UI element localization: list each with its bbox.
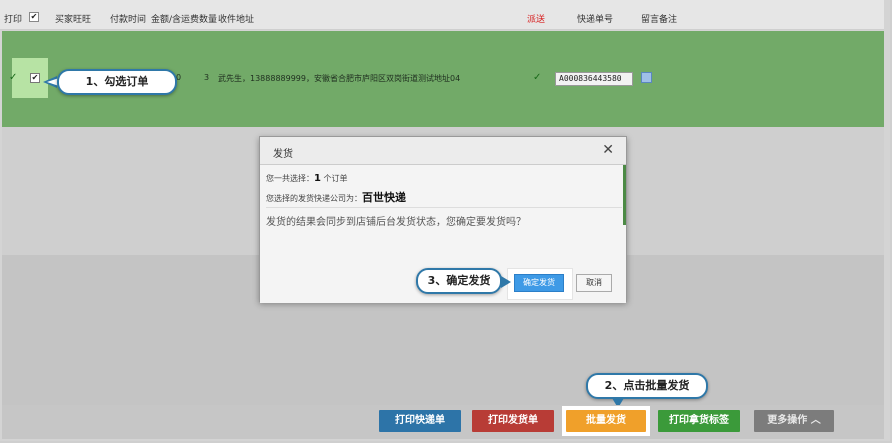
print-express-button[interactable]: 打印快递单 (379, 410, 461, 432)
order-table-header: 打印 ✔ 买家旺旺 付款时间 金额/含运费 数量 收件地址 派送 快递单号 留言… (0, 0, 884, 30)
select-all-checkbox[interactable]: ✔ (29, 12, 39, 22)
header-buyer: 买家旺旺 (55, 15, 92, 25)
header-amount: 金额/含运费 (151, 15, 200, 25)
dialog-message: 发货的结果会同步到店铺后台发货状态，您确定要发货吗？ (266, 217, 526, 228)
more-actions-label: 更多操作 (767, 415, 808, 426)
dialog-scrollbar[interactable] (623, 165, 626, 225)
header-shipping: 派送 (527, 15, 546, 25)
callout-step-3: 3、确定发货 (416, 268, 502, 294)
chevron-up-icon: ︿ (810, 415, 821, 426)
dialog-divider (266, 207, 622, 208)
cancel-button[interactable]: 取消 (576, 274, 612, 292)
selected-count: 1 (314, 173, 321, 184)
more-actions-button[interactable]: 更多操作 ︿ (754, 410, 834, 432)
courier-prefix: 您选择的发货快递公司为： (266, 194, 362, 203)
header-pay-time: 付款时间 (110, 15, 147, 25)
courier-name: 百世快递 (362, 191, 406, 204)
dialog-title: 发货 (273, 149, 293, 160)
row-shipping-check-icon: ✓ (533, 72, 542, 83)
header-tracking-no: 快递单号 (577, 15, 614, 25)
row-status-check-icon: ✓ (9, 72, 18, 83)
courier-line: 您选择的发货快递公司为：百世快递 (266, 189, 406, 205)
callout-step-2: 2、点击批量发货 (586, 373, 708, 399)
dialog-header: 发货 ✕ (260, 137, 626, 165)
order-checkbox[interactable]: ✔ (30, 73, 40, 83)
header-print: 打印 (4, 15, 23, 25)
print-label-button[interactable]: 打印拿货标签 (658, 410, 740, 432)
selected-suffix: 个订单 (320, 174, 348, 183)
selected-prefix: 您一共选择： (266, 174, 314, 183)
print-ship-button[interactable]: 打印发货单 (472, 410, 554, 432)
header-quantity: 数量 (199, 15, 218, 25)
edit-tracking-icon[interactable] (641, 72, 652, 83)
close-icon[interactable]: ✕ (602, 142, 614, 158)
header-address: 收件地址 (218, 15, 255, 25)
callout-step-1: 1、勾选订单 (57, 69, 177, 95)
row-quantity: 3 (204, 73, 210, 82)
batch-ship-button[interactable]: 批量发货 (566, 410, 646, 432)
action-bar: 打印快递单 打印发货单 批量发货 打印拿货标签 更多操作 ︿ (2, 405, 884, 439)
header-remark: 留言备注 (641, 15, 678, 25)
callout-3-pointer (501, 276, 511, 288)
tracking-number-input[interactable]: A000836443580 (555, 72, 633, 86)
confirm-ship-button[interactable]: 确定发货 (514, 274, 564, 292)
row-address: 武先生，13888889999，安徽省合肥市庐阳区双岗街道测试地址04 (218, 74, 461, 83)
selected-count-line: 您一共选择：1 个订单 (266, 173, 348, 184)
